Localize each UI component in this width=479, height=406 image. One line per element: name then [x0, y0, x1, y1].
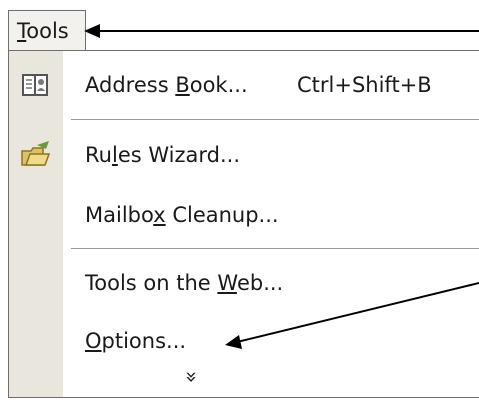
- annotation-arrows: [84, 24, 479, 349]
- annotation-arrowhead-tools: [84, 24, 100, 38]
- annotation-arrow-to-options: [236, 282, 479, 343]
- annotation-arrowhead-options: [225, 335, 242, 349]
